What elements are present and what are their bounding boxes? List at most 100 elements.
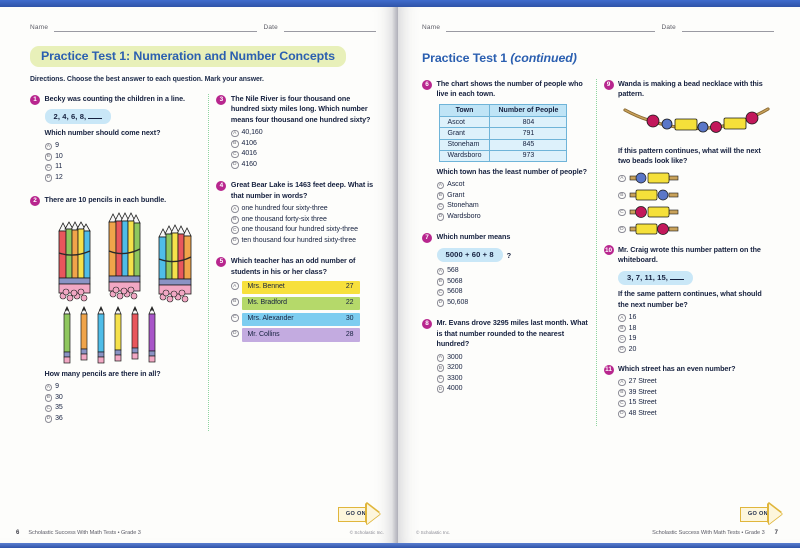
option-bubble-a[interactable]: A [436,267,445,276]
option-c[interactable]: C 35 [44,403,202,414]
option-d[interactable]: D 20 [618,345,774,356]
option-bubble-d[interactable]: D [436,385,445,394]
option-bubble-d[interactable]: D [436,299,445,307]
option-a[interactable]: A 40,160 [230,128,376,139]
option-bubble-b[interactable]: B [230,298,239,306]
option-d[interactable]: D 50,608 [436,298,589,309]
option-bubble-d[interactable]: D [44,415,53,423]
option-c[interactable]: C 19 [618,334,774,345]
option-a[interactable]: A 9 [44,382,202,393]
option-d[interactable]: D [618,222,774,236]
option-bubble-a[interactable]: A [44,142,53,151]
option-d[interactable]: D 36 [44,414,202,425]
option-bubble-a[interactable]: A [230,129,239,138]
arrow-right-icon [367,504,380,524]
option-bubble-a[interactable]: A [436,353,445,362]
option-bubble-a[interactable]: A [230,282,239,290]
option-bubble-a[interactable]: A [44,383,53,392]
option-b[interactable]: B 10 [44,152,202,163]
option-bubble-c[interactable]: C [230,226,239,235]
option-bubble-c[interactable]: C [618,208,626,217]
question-number: 6 [422,79,432,90]
option-bubble-c[interactable]: C [230,313,239,322]
option-a[interactable]: A 16 [618,313,774,324]
option-d[interactable]: D Wardsboro [436,212,589,223]
option-b[interactable]: B Grant [436,191,589,202]
option-bubble-d[interactable]: D [230,329,239,338]
option-bubble-b[interactable]: B [436,364,445,373]
name-write-line[interactable] [446,25,656,32]
option-d[interactable]: D Mr. Collins 28 [230,328,376,342]
option-label: 40,160 [241,129,263,137]
option-bubble-c[interactable]: C [436,202,445,211]
option-bubble-a[interactable]: A [618,378,626,387]
option-b[interactable]: B 18 [618,324,774,335]
option-bubble-d[interactable]: D [230,236,239,245]
option-bubble-a[interactable]: A [436,181,445,190]
option-d[interactable]: D 48 Street [618,409,774,420]
option-a[interactable]: A 9 [44,141,202,152]
option-c[interactable]: C Mrs. Alexander 30 [230,312,376,326]
option-b[interactable]: B 4106 [230,139,376,150]
option-label: 12 [55,173,63,181]
option-a[interactable]: A [618,171,774,185]
option-bubble-c[interactable]: C [44,404,53,413]
option-bubble-c[interactable]: C [44,163,53,172]
option-b[interactable]: B 3200 [436,363,589,374]
option-bubble-b[interactable]: B [230,140,239,148]
option-d[interactable]: D 4000 [436,384,589,395]
option-c[interactable]: C 11 [44,162,202,173]
option-bubble-b[interactable]: B [618,191,626,200]
option-a[interactable]: A 568 [436,266,589,277]
option-b[interactable]: B 30 [44,393,202,404]
cell-town: Stoneham [438,138,491,151]
option-a[interactable]: A one hundred four sixty-three [230,204,376,215]
option-bubble-b[interactable]: B [436,278,445,286]
option-b[interactable]: B [618,188,774,202]
option-bubble-b[interactable]: B [618,389,626,397]
option-bubble-c[interactable]: C [436,288,445,297]
option-bubble-d[interactable]: D [618,225,626,234]
option-bubble-b[interactable]: B [44,394,53,402]
option-a[interactable]: A 3000 [436,353,589,364]
option-bubble-c[interactable]: C [618,399,626,408]
option-bubble-d[interactable]: D [618,410,626,418]
option-d[interactable]: D ten thousand four hundred sixty-three [230,236,376,247]
option-c[interactable]: C 5608 [436,287,589,298]
option-d[interactable]: D 12 [44,173,202,184]
option-bubble-d[interactable]: D [436,213,445,221]
option-bubble-d[interactable]: D [618,345,626,354]
option-b[interactable]: B 5068 [436,277,589,288]
option-b[interactable]: B 39 Street [618,388,774,399]
option-bubble-b[interactable]: B [436,192,445,200]
option-bubble-c[interactable]: C [436,374,445,383]
page-title-continued: (continued) [510,51,577,65]
option-bubble-a[interactable]: A [618,174,626,183]
option-a[interactable]: A Mrs. Bennet 27 [230,281,376,295]
option-c[interactable]: C 15 Street [618,398,774,409]
option-c[interactable]: C 4016 [230,149,376,160]
option-a[interactable]: A Ascot [436,180,589,191]
question-7: 7 Which number means 5000 + 60 + 8 ? A 5… [422,232,589,308]
option-b[interactable]: B one thousand forty-six three [230,215,376,226]
option-c[interactable]: C Stoneham [436,201,589,212]
option-a[interactable]: A 27 Street [618,377,774,388]
go-on-label: GO ON [747,511,768,517]
option-bubble-a[interactable]: A [230,205,239,214]
option-bubble-d[interactable]: D [230,161,239,169]
option-bubble-b[interactable]: B [44,153,53,161]
option-c[interactable]: C one thousand four hundred sixty-three [230,225,376,236]
date-write-line[interactable] [682,25,774,32]
option-c[interactable]: C [618,205,774,219]
option-c[interactable]: C 3300 [436,374,589,385]
option-b[interactable]: B Ms. Bradford 22 [230,296,376,311]
option-bubble-a[interactable]: A [618,314,626,322]
option-d[interactable]: D 4160 [230,160,376,171]
option-bubble-b[interactable]: B [618,324,626,333]
option-bubble-c[interactable]: C [618,335,626,343]
option-bubble-b[interactable]: B [230,215,239,224]
name-write-line[interactable] [54,25,258,32]
option-bubble-d[interactable]: D [44,174,53,182]
option-bubble-c[interactable]: C [230,150,239,159]
date-write-line[interactable] [284,25,376,32]
